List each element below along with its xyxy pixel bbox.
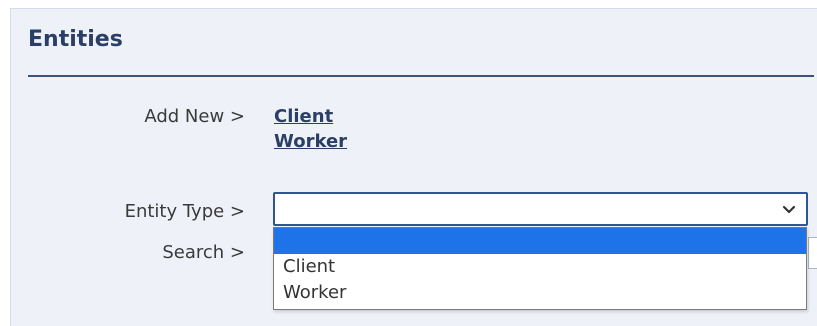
- dropdown-option-client[interactable]: Client: [274, 254, 806, 280]
- dropdown-option-worker[interactable]: Worker: [274, 280, 806, 306]
- add-client-link[interactable]: Client: [274, 105, 333, 129]
- dropdown-option-empty[interactable]: [274, 228, 806, 254]
- search-label: Search >: [162, 242, 245, 263]
- add-worker-link[interactable]: Worker: [274, 130, 347, 154]
- entity-type-dropdown-list: Client Worker: [273, 227, 807, 310]
- chevron-down-icon: [782, 205, 796, 214]
- add-new-label: Add New >: [144, 106, 245, 127]
- entity-type-label: Entity Type >: [124, 201, 245, 222]
- search-input[interactable]: [808, 237, 817, 269]
- page-title: Entities: [28, 27, 123, 52]
- entity-type-select[interactable]: [273, 192, 808, 226]
- title-divider: [28, 75, 814, 77]
